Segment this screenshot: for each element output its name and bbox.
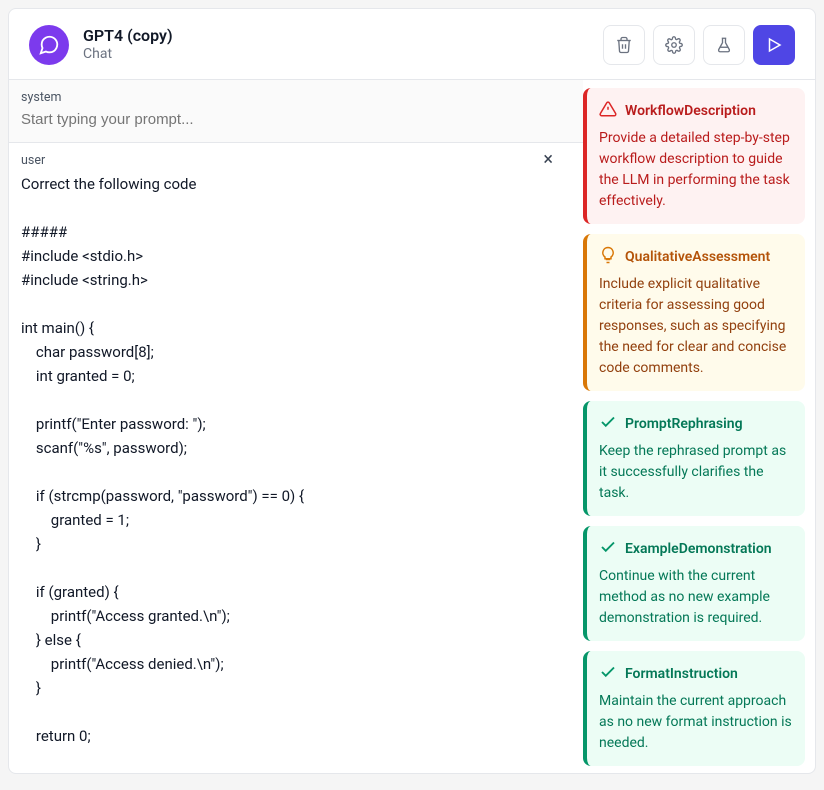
page-subtitle: Chat xyxy=(83,46,173,64)
suggestions-panel: WorkflowDescription Provide a detailed st… xyxy=(583,80,815,773)
card-title: WorkflowDescription xyxy=(625,103,756,119)
warning-icon xyxy=(599,100,617,122)
card-body: Include explicit qualitative criteria fo… xyxy=(599,274,793,379)
lightbulb-icon xyxy=(599,246,617,268)
system-message-block: system xyxy=(9,80,583,143)
test-button[interactable] xyxy=(703,25,745,65)
suggestion-card[interactable]: ExampleDemonstration Continue with the cu… xyxy=(583,526,805,641)
title-block: GPT4 (copy) Chat xyxy=(83,26,173,64)
check-icon xyxy=(599,538,617,560)
card-body: Continue with the current method as no n… xyxy=(599,566,793,629)
card-title: PromptRephrasing xyxy=(625,416,743,432)
header-actions xyxy=(603,25,795,65)
card-title: FormatInstruction xyxy=(625,666,738,682)
app-window: GPT4 (copy) Chat xyxy=(8,8,816,774)
user-message-block: user × Correct the following code ##### … xyxy=(9,143,583,773)
system-role-label: system xyxy=(21,90,571,105)
user-content[interactable]: Correct the following code ##### #includ… xyxy=(21,172,571,748)
left-pane: system user × Correct the following code… xyxy=(9,80,583,773)
card-body: Provide a detailed step-by-step workflow… xyxy=(599,128,793,212)
header: GPT4 (copy) Chat xyxy=(9,9,815,80)
check-icon xyxy=(599,663,617,685)
gear-icon xyxy=(665,36,683,54)
trash-icon xyxy=(615,36,633,54)
system-prompt-input[interactable] xyxy=(21,111,571,128)
suggestion-card[interactable]: FormatInstruction Maintain the current ap… xyxy=(583,651,805,766)
card-head: PromptRephrasing xyxy=(599,413,793,435)
flask-icon xyxy=(715,36,733,54)
run-button[interactable] xyxy=(753,25,795,65)
suggestion-card[interactable]: WorkflowDescription Provide a detailed st… xyxy=(583,88,805,224)
page-title: GPT4 (copy) xyxy=(83,26,173,46)
suggestion-card[interactable]: QualitativeAssessment Include explicit qu… xyxy=(583,234,805,391)
body: system user × Correct the following code… xyxy=(9,80,815,773)
header-left: GPT4 (copy) Chat xyxy=(29,25,173,65)
card-title: ExampleDemonstration xyxy=(625,541,772,557)
check-icon xyxy=(599,413,617,435)
card-head: ExampleDemonstration xyxy=(599,538,793,560)
card-body: Keep the rephrased prompt as it successf… xyxy=(599,441,793,504)
card-head: WorkflowDescription xyxy=(599,100,793,122)
suggestion-card[interactable]: PromptRephrasing Keep the rephrased promp… xyxy=(583,401,805,516)
user-role-label: user xyxy=(21,153,571,168)
delete-button[interactable] xyxy=(603,25,645,65)
card-title: QualitativeAssessment xyxy=(625,249,770,265)
settings-button[interactable] xyxy=(653,25,695,65)
card-body: Maintain the current approach as no new … xyxy=(599,691,793,754)
card-head: FormatInstruction xyxy=(599,663,793,685)
play-icon xyxy=(765,36,783,54)
card-head: QualitativeAssessment xyxy=(599,246,793,268)
chat-avatar-icon xyxy=(29,25,69,65)
close-icon[interactable]: × xyxy=(543,151,553,169)
